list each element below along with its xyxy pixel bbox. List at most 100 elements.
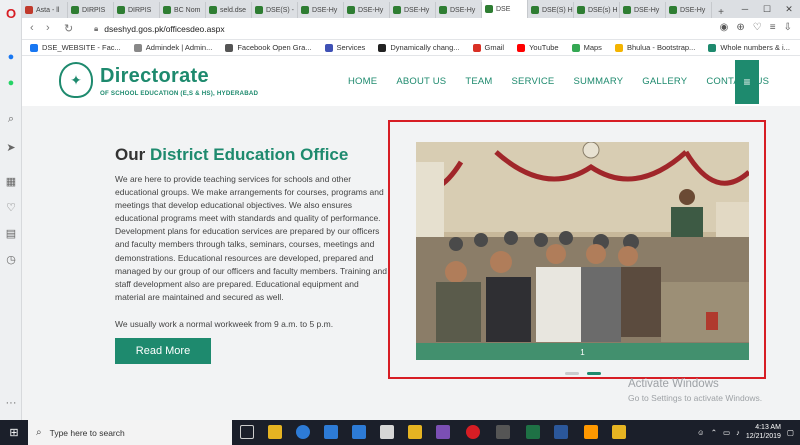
opera-icon[interactable] [466, 425, 480, 439]
government-emblem-logo[interactable]: ✦ [59, 62, 93, 98]
bookmark-item[interactable]: Maps [571, 43, 602, 52]
tab-strip: Asta - ll DIRPIS DIRPIS BC Nom seld.dse DSE(S… [22, 0, 800, 18]
history-icon[interactable]: ◷ [4, 252, 18, 266]
nav-link-team[interactable]: TEAM [465, 76, 492, 87]
more-icon[interactable]: ··· [4, 396, 18, 410]
chevron-up-icon[interactable]: ⌃ [711, 428, 717, 437]
browser-tab[interactable]: seld.dse [206, 2, 252, 18]
browser-tab[interactable]: DSE(S) H [528, 2, 574, 18]
reload-icon[interactable]: ↻ [64, 22, 73, 35]
tab-favicon-icon [577, 6, 585, 14]
download-icon[interactable]: ⇩ [784, 22, 792, 33]
bookmark-favicon-icon [324, 43, 333, 52]
camera-icon[interactable]: ◉ [720, 22, 729, 33]
browser-tab[interactable]: DSE-Hy [666, 2, 712, 18]
visual-studio-icon[interactable] [436, 425, 450, 439]
photos-icon[interactable] [380, 425, 394, 439]
task-view-icon[interactable] [240, 425, 254, 439]
browser-tab[interactable]: DSE-Hy [298, 2, 344, 18]
bookmark-item[interactable]: DSE_WEBSITE - Fac... [30, 43, 121, 52]
calculator-icon[interactable] [496, 425, 510, 439]
send-icon[interactable]: ➤ [4, 140, 18, 154]
news-icon[interactable]: ▤ [4, 226, 18, 240]
bookmark-item[interactable]: Admindek | Admin... [133, 43, 212, 52]
taskbar-search-box[interactable]: ⌕ Type here to search [28, 420, 232, 445]
clock[interactable]: 4:13 AM 12/21/2019 [746, 423, 781, 441]
url-field[interactable]: 🔒︎ dseshyd.gos.pk/officesdeo.aspx [94, 21, 694, 37]
forward-icon[interactable]: › [46, 22, 50, 34]
slider-dot-active[interactable] [587, 372, 601, 375]
windows-start-icon[interactable]: ⊞ [0, 420, 28, 445]
hamburger-icon: ≡ [743, 75, 751, 89]
zoom-icon[interactable]: ⊕ [736, 22, 744, 33]
new-tab-button[interactable]: + [712, 7, 730, 18]
edge-icon[interactable] [296, 425, 310, 439]
clock-date: 12/21/2019 [745, 433, 781, 440]
browser-tab[interactable]: DIRPIS [114, 2, 160, 18]
bookmark-item[interactable]: Services [324, 43, 365, 52]
minimize-icon[interactable]: ─ [734, 0, 756, 18]
browser-tab[interactable]: BC Nom [160, 2, 206, 18]
browser-tab[interactable]: DSE(s) H [574, 2, 620, 18]
main-nav: HOME ABOUT US TEAM SERVICE SUMMARY GALLERY CON… [348, 76, 788, 87]
slide-photo [416, 142, 749, 360]
slider-dot[interactable] [565, 372, 579, 375]
nav-link-about-us[interactable]: ABOUT US [396, 76, 446, 87]
nav-link-gallery[interactable]: GALLERY [642, 76, 687, 87]
file-explorer-icon[interactable] [268, 425, 282, 439]
store-icon[interactable] [324, 425, 338, 439]
tab-label: DSE-Hy [634, 6, 660, 14]
excel-icon[interactable] [526, 425, 540, 439]
tab-label: DSE-Hy [312, 6, 338, 14]
hamburger-menu-button[interactable]: ≡ [735, 60, 759, 104]
notifications-icon[interactable]: ▢ [787, 428, 794, 437]
folder-icon[interactable] [612, 425, 626, 439]
browser-tab[interactable]: DIRPIS [68, 2, 114, 18]
speed-dial-icon[interactable]: ▦ [4, 174, 18, 188]
window-controls: ─ ☐ ✕ [734, 0, 800, 18]
bookmark-item[interactable]: Whole numbers & i... [708, 43, 790, 52]
messenger-icon[interactable]: ● [4, 50, 18, 64]
bookmark-item[interactable]: Dynamically chang... [378, 43, 460, 52]
browser-sidebar: O ● ● ⌕ ➤ ▦ ♡ ▤ ◷ ··· [0, 0, 22, 420]
browser-tab[interactable]: DSE [482, 0, 528, 18]
search-icon[interactable]: ⌕ [4, 112, 18, 126]
heart-icon[interactable]: ♡ [4, 200, 18, 214]
mail-icon[interactable] [352, 425, 366, 439]
network-icon[interactable]: ▭ [723, 428, 730, 437]
read-more-button[interactable]: Read More [115, 338, 211, 364]
nav-link-summary[interactable]: SUMMARY [573, 76, 623, 87]
bookmark-label: Dynamically chang... [390, 43, 460, 52]
bookmark-label: Whole numbers & i... [720, 43, 790, 52]
maximize-icon[interactable]: ☐ [756, 0, 778, 18]
browser-tab[interactable]: Asta - ll [22, 2, 68, 18]
browser-tab[interactable]: DSE-Hy [436, 2, 482, 18]
word-icon[interactable] [554, 425, 568, 439]
browser-tab[interactable]: DSE-Hy [620, 2, 666, 18]
browser-tab[interactable]: DSE-Hy [344, 2, 390, 18]
tab-label: Asta - ll [36, 6, 60, 14]
menu-icon[interactable]: ≡ [770, 22, 776, 33]
image-slider[interactable]: 1 [416, 142, 749, 360]
people-icon[interactable]: ☺ [697, 428, 705, 437]
bookmark-label: Facebook Open Gra... [237, 43, 312, 52]
browser-tab[interactable]: DSE(S) - [252, 2, 298, 18]
clock-time: 4:13 AM [755, 424, 781, 431]
nav-link-home[interactable]: HOME [348, 76, 377, 87]
explorer-folder-icon[interactable] [408, 425, 422, 439]
whatsapp-icon[interactable]: ● [4, 76, 18, 90]
volume-icon[interactable]: ♪ [736, 428, 740, 437]
opera-logo-icon[interactable]: O [4, 6, 18, 21]
brand-title[interactable]: Directorate [100, 65, 209, 88]
bookmark-item[interactable]: Facebook Open Gra... [225, 43, 312, 52]
sublime-icon[interactable] [584, 425, 598, 439]
bookmark-item[interactable]: Gmail [472, 43, 504, 52]
nav-link-service[interactable]: SERVICE [512, 76, 555, 87]
back-icon[interactable]: ‹ [30, 22, 34, 34]
browser-tab[interactable]: DSE-Hy [390, 2, 436, 18]
intro-paragraph: We are here to provide teaching services… [115, 174, 387, 302]
heart-bookmark-icon[interactable]: ♡ [753, 22, 762, 33]
bookmark-item[interactable]: Bhulua - Bootstrap... [614, 43, 695, 52]
bookmark-item[interactable]: YouTube [517, 43, 559, 52]
close-icon[interactable]: ✕ [778, 0, 800, 18]
